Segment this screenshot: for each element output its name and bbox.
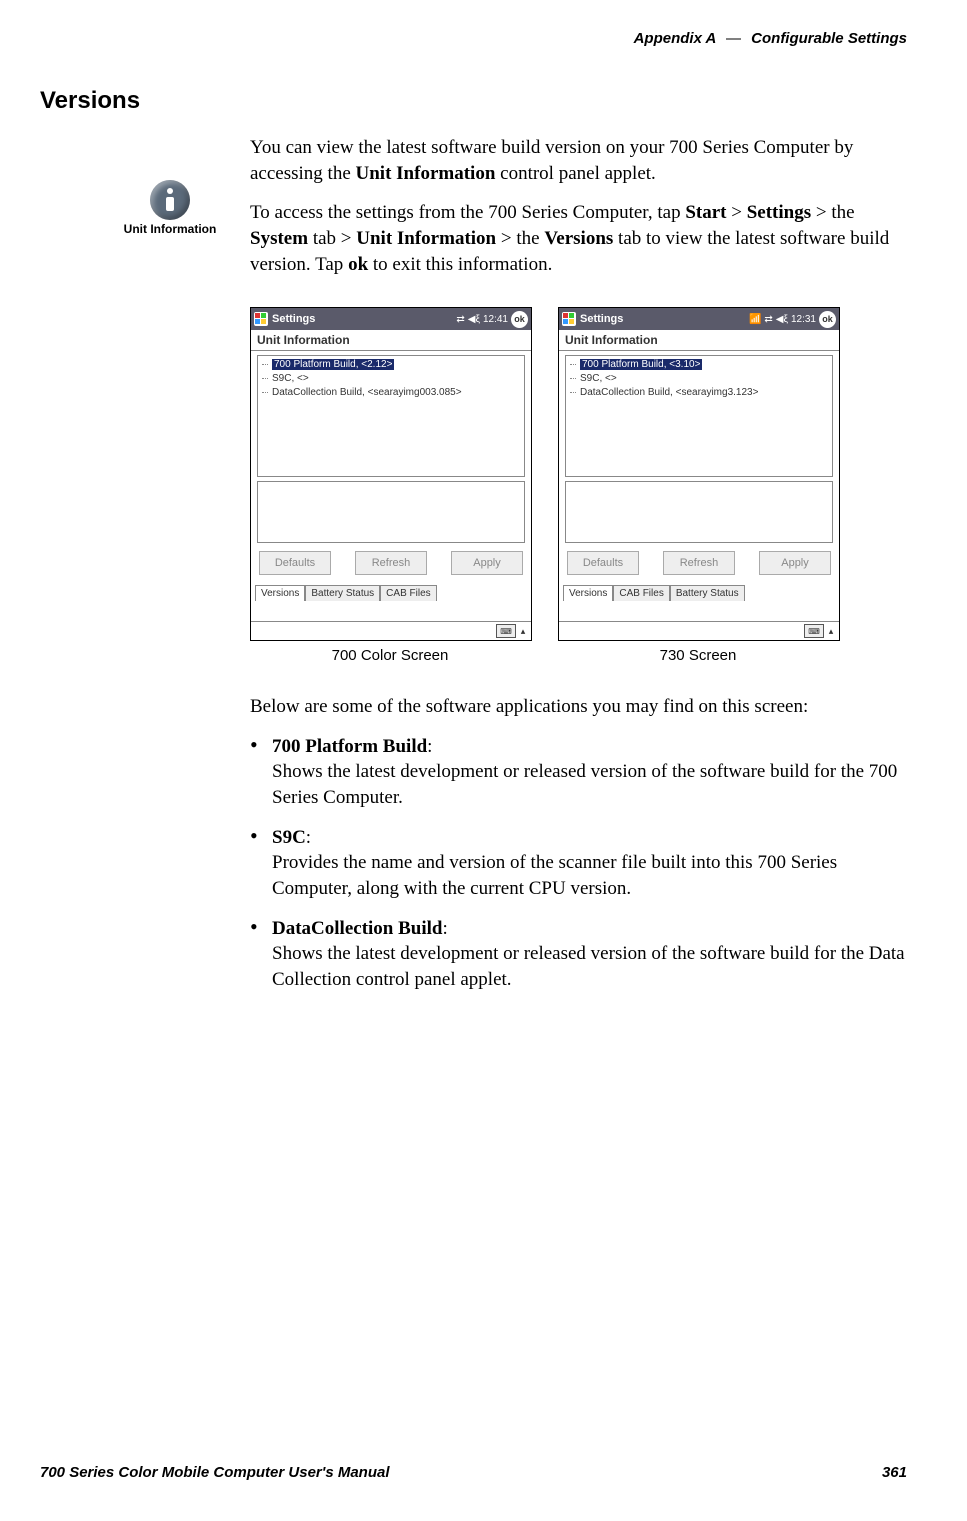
refresh-button[interactable]: Refresh (663, 551, 735, 575)
footer-page-number: 361 (882, 1464, 907, 1481)
tab-cab-files[interactable]: CAB Files (613, 585, 669, 601)
apply-button[interactable]: Apply (759, 551, 831, 575)
desc: Provides the name and version of the sca… (272, 852, 837, 899)
ok-button[interactable]: ok (511, 311, 528, 328)
list-item: S9C: Provides the name and version of th… (250, 825, 907, 902)
term: 700 Platform Build (272, 736, 427, 757)
icon-label: Unit Information (120, 222, 220, 236)
list-item: DataCollection Build: Shows the latest d… (250, 916, 907, 993)
desc: Shows the latest development or released… (272, 943, 905, 990)
tab-versions[interactable]: Versions (255, 585, 305, 601)
header-appendix: Appendix A (634, 30, 716, 47)
apply-button[interactable]: Apply (451, 551, 523, 575)
screen-730: Settings 📶 ⇄ ◀ξ 12:31 ok Unit Informatio… (558, 307, 840, 641)
tab-versions[interactable]: Versions (563, 585, 613, 601)
button-row: Defaults Refresh Apply (251, 545, 531, 581)
definitions-list: 700 Platform Build: Shows the latest dev… (250, 734, 907, 993)
header-title: Configurable Settings (751, 30, 907, 47)
sip-arrow-icon[interactable]: ▴ (518, 625, 528, 637)
desc: Shows the latest development or released… (272, 761, 897, 808)
signal-icon: 📶 (749, 314, 761, 325)
tree-item[interactable]: 700 Platform Build, <2.12> (260, 358, 522, 372)
tree-item[interactable]: S9C, <> (260, 372, 522, 386)
tree-item[interactable]: 700 Platform Build, <3.10> (568, 358, 830, 372)
detail-box (565, 481, 833, 543)
unit-information-icon-block: Unit Information (120, 180, 220, 236)
section-title: Versions (40, 87, 907, 115)
device-730: Settings 📶 ⇄ ◀ξ 12:31 ok Unit Informatio… (558, 307, 838, 664)
page-header: Appendix A — Configurable Settings (40, 30, 907, 47)
status-icons: ⇄ ◀ξ 12:41 ok (456, 311, 528, 328)
intro-paragraph: You can view the latest software build v… (250, 135, 907, 186)
tree-item[interactable]: DataCollection Build, <searayimg003.085> (260, 386, 522, 400)
clock: 12:41 (483, 314, 508, 325)
keyboard-icon[interactable]: ⌨ (496, 624, 516, 638)
caption-730: 730 Screen (558, 647, 838, 664)
start-icon[interactable] (254, 312, 268, 326)
connectivity-icon: ⇄ (764, 314, 772, 325)
tabs: Versions Battery Status CAB Files (255, 585, 527, 601)
titlebar-700: Settings ⇄ ◀ξ 12:41 ok (251, 308, 531, 330)
titlebar-title: Settings (272, 313, 315, 325)
tab-cab-files[interactable]: CAB Files (380, 585, 436, 601)
start-icon[interactable] (562, 312, 576, 326)
sip-bar: ⌨ ▴ (251, 621, 531, 640)
sip-arrow-icon[interactable]: ▴ (826, 625, 836, 637)
below-intro: Below are some of the software applicati… (250, 694, 907, 720)
tree-item[interactable]: S9C, <> (568, 372, 830, 386)
defaults-button[interactable]: Defaults (259, 551, 331, 575)
detail-box (257, 481, 525, 543)
header-sep: — (726, 30, 741, 47)
panel-title: Unit Information (251, 330, 531, 351)
term: DataCollection Build (272, 918, 442, 939)
panel-title: Unit Information (559, 330, 839, 351)
refresh-button[interactable]: Refresh (355, 551, 427, 575)
caption-700: 700 Color Screen (250, 647, 530, 664)
titlebar-730: Settings 📶 ⇄ ◀ξ 12:31 ok (559, 308, 839, 330)
version-tree[interactable]: 700 Platform Build, <3.10> S9C, <> DataC… (565, 355, 833, 477)
volume-icon: ◀ξ (468, 314, 480, 325)
volume-icon: ◀ξ (776, 314, 788, 325)
term: S9C (272, 827, 306, 848)
list-item: 700 Platform Build: Shows the latest dev… (250, 734, 907, 811)
sip-bar: ⌨ ▴ (559, 621, 839, 640)
access-paragraph: To access the settings from the 700 Seri… (250, 200, 907, 277)
ok-button[interactable]: ok (819, 311, 836, 328)
tree-item[interactable]: DataCollection Build, <searayimg3.123> (568, 386, 830, 400)
defaults-button[interactable]: Defaults (567, 551, 639, 575)
clock: 12:31 (791, 314, 816, 325)
tab-battery-status[interactable]: Battery Status (305, 585, 380, 601)
device-700-color: Settings ⇄ ◀ξ 12:41 ok Unit Information … (250, 307, 530, 664)
tab-battery-status[interactable]: Battery Status (670, 585, 745, 601)
screen-700: Settings ⇄ ◀ξ 12:41 ok Unit Information … (250, 307, 532, 641)
connectivity-icon: ⇄ (456, 314, 464, 325)
titlebar-title: Settings (580, 313, 623, 325)
tabs: Versions CAB Files Battery Status (563, 585, 835, 601)
keyboard-icon[interactable]: ⌨ (804, 624, 824, 638)
version-tree[interactable]: 700 Platform Build, <2.12> S9C, <> DataC… (257, 355, 525, 477)
page-footer: 700 Series Color Mobile Computer User's … (40, 1464, 907, 1481)
footer-title: 700 Series Color Mobile Computer User's … (40, 1464, 390, 1481)
status-icons: 📶 ⇄ ◀ξ 12:31 ok (749, 311, 836, 328)
button-row: Defaults Refresh Apply (559, 545, 839, 581)
screenshots-row: Settings ⇄ ◀ξ 12:41 ok Unit Information … (250, 307, 907, 664)
info-icon (150, 180, 190, 220)
